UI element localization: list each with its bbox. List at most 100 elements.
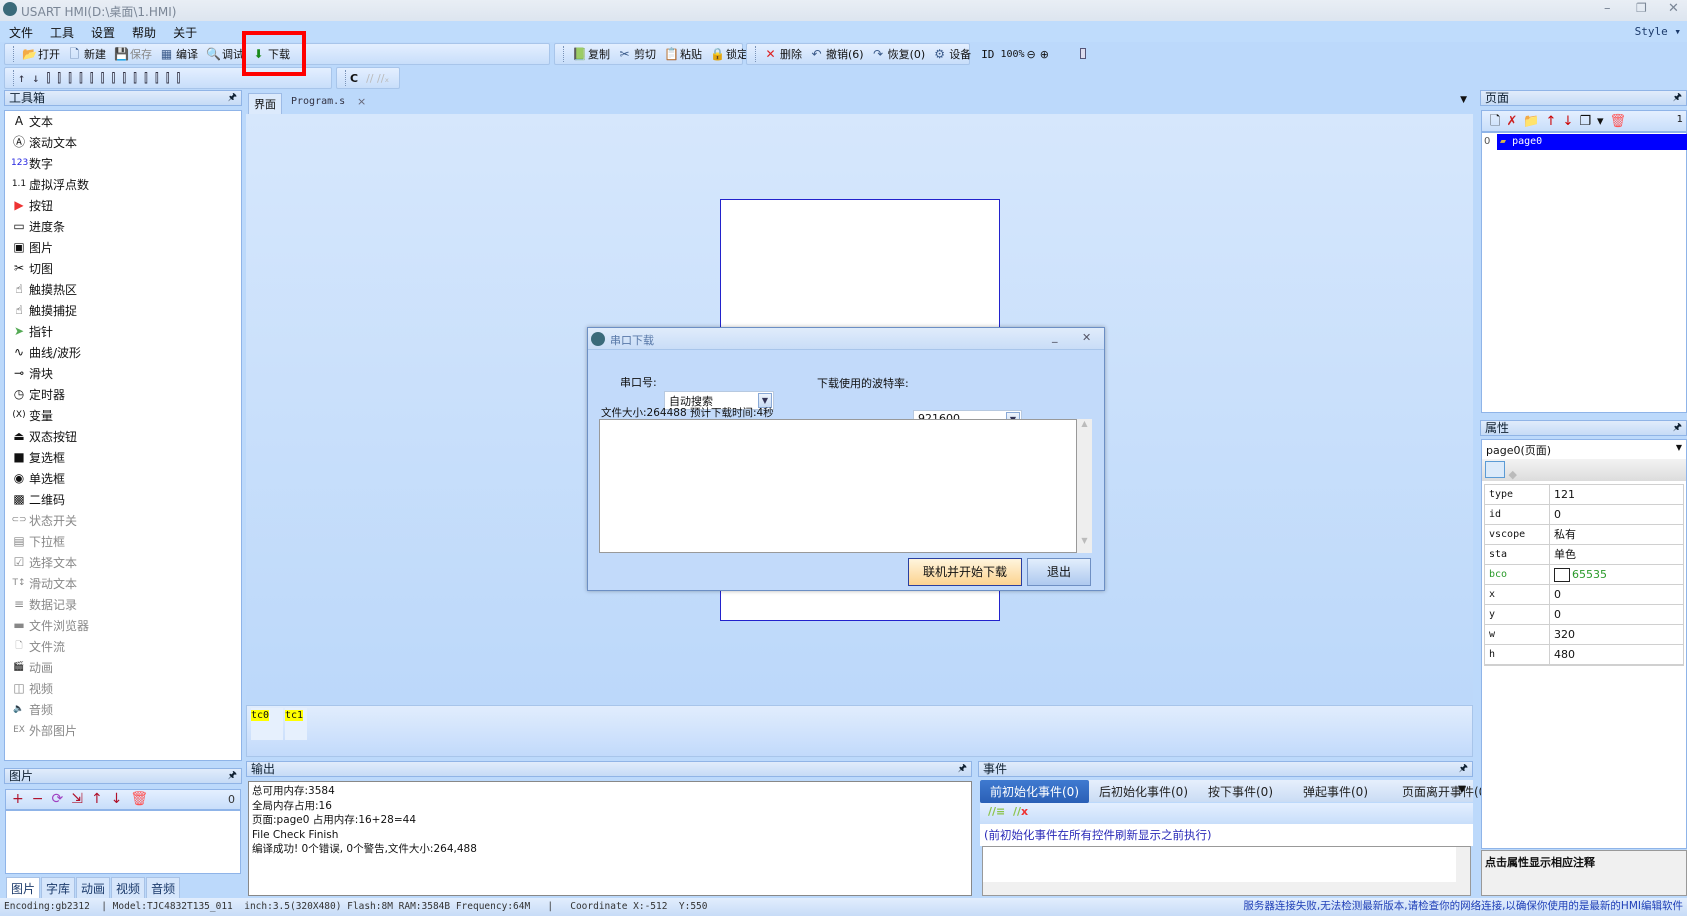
toolbox-item[interactable]: 🎬 动画: [5, 657, 241, 678]
toolbox-item[interactable]: (X) 变量: [5, 405, 241, 426]
tab-dropdown-icon[interactable]: ▼: [1460, 95, 1467, 105]
timer-tc0[interactable]: tc0: [251, 708, 283, 740]
remove-icon[interactable]: −: [32, 791, 52, 807]
property-value[interactable]: 0: [1550, 605, 1561, 624]
property-row[interactable]: sta 单色: [1485, 545, 1683, 565]
event-tab[interactable]: 前初始化事件(0): [980, 779, 1089, 803]
toolbox-item[interactable]: ≡ 数据记录: [5, 594, 241, 615]
toolbox-item[interactable]: ☝ 触摸热区: [5, 279, 241, 300]
toolbox-item[interactable]: ✂ 切图: [5, 258, 241, 279]
property-value[interactable]: 0: [1550, 585, 1561, 604]
property-row[interactable]: vscope 私有: [1485, 525, 1683, 545]
toolbox-item[interactable]: ▭ 进度条: [5, 216, 241, 237]
comment-icon[interactable]: //≡: [988, 805, 1005, 818]
pin-icon[interactable]: 🖈: [228, 91, 237, 105]
toolbox-item[interactable]: A 文本: [5, 111, 241, 132]
up-icon[interactable]: ↑: [1546, 114, 1563, 129]
tab-design[interactable]: 界面: [248, 93, 282, 114]
property-value[interactable]: 320: [1550, 625, 1575, 644]
timer-tc1[interactable]: tc1: [285, 708, 307, 740]
toolbox-item[interactable]: EX 外部图片: [5, 720, 241, 741]
c-icon[interactable]: C: [350, 72, 358, 85]
open-folder-button[interactable]: 📂 打开: [18, 44, 64, 64]
toolbox-item[interactable]: ⊂⊃ 状态开关: [5, 510, 241, 531]
menu-2[interactable]: 设置: [82, 21, 123, 41]
restore-button[interactable]: ❐: [1636, 1, 1647, 15]
download-log[interactable]: [599, 419, 1077, 553]
toolbox-item[interactable]: ▬ 文件浏览器: [5, 615, 241, 636]
toolbox-item[interactable]: ▩ 二维码: [5, 489, 241, 510]
close-tab-icon[interactable]: ×: [357, 95, 366, 108]
dialog-close-button[interactable]: ✕: [1082, 331, 1091, 344]
toolbox-item[interactable]: 123 数字: [5, 153, 241, 174]
uncomment-icon[interactable]: //x: [1013, 805, 1028, 818]
export-icon[interactable]: ⇲: [71, 791, 91, 807]
property-row[interactable]: w 320: [1485, 625, 1683, 645]
tab-program[interactable]: Program.s: [291, 96, 345, 107]
property-row[interactable]: type 121: [1485, 485, 1683, 505]
comment-icon[interactable]: // //ₓ: [366, 72, 389, 85]
property-row[interactable]: x0: [1485, 585, 1683, 605]
insert-page-icon[interactable]: 📁: [1523, 114, 1545, 129]
property-value[interactable]: 单色: [1550, 545, 1576, 564]
resource-tab[interactable]: 字库: [41, 877, 76, 900]
toolbox-item[interactable]: ◫ 视频: [5, 678, 241, 699]
pin-icon[interactable]: 🖈: [1459, 762, 1468, 776]
zoom-slider-thumb[interactable]: [1079, 48, 1086, 59]
property-value[interactable]: 480: [1550, 645, 1575, 664]
style-menu[interactable]: Style ▾: [1635, 25, 1681, 38]
dialog-minimize-button[interactable]: _: [1052, 330, 1058, 343]
event-tab[interactable]: 弹起事件(0): [1293, 780, 1378, 803]
redo-button[interactable]: ↷ 恢复(0): [868, 44, 930, 64]
menu-1[interactable]: 工具: [41, 21, 82, 41]
page-item-page0[interactable]: ▰ page0: [1497, 134, 1687, 150]
menu-3[interactable]: 帮助: [123, 21, 164, 41]
toolbox-item[interactable]: ◉ 单选框: [5, 468, 241, 489]
new-file-button[interactable]: 🗋 新建: [64, 44, 110, 64]
pin-icon[interactable]: 🖈: [1673, 421, 1682, 435]
align-tools-icon[interactable]: ↑↓⫿⫿⫿⫿⫿⫿⫿⫿⫿⫿⫿⫿⫿: [18, 71, 187, 86]
toolbox-item[interactable]: ☝ 触摸捕捉: [5, 300, 241, 321]
log-scrollbar[interactable]: ▲ ▼: [1077, 419, 1092, 553]
property-row[interactable]: y0: [1485, 605, 1683, 625]
gear-button[interactable]: ⚙ 设备: [929, 44, 975, 64]
menu-4[interactable]: 关于: [164, 21, 205, 41]
down-icon[interactable]: ↓: [1562, 114, 1579, 129]
resource-tab[interactable]: 动画: [76, 877, 111, 900]
exit-button[interactable]: 退出: [1027, 558, 1091, 586]
copy-button[interactable]: 📗 复制: [568, 44, 614, 64]
property-row[interactable]: bco 65535: [1485, 565, 1683, 585]
toolbox-item[interactable]: T↕ 滑动文本: [5, 573, 241, 594]
import-page-icon[interactable]: ▾: [1597, 114, 1610, 129]
close-button[interactable]: ✕: [1668, 1, 1679, 16]
output-log[interactable]: 总可用内存:3584 全局内存占用:16 页面:page0 占用内存:16+28=4…: [248, 781, 972, 896]
add-icon[interactable]: +: [12, 791, 32, 807]
toolbox-item[interactable]: ☑ 选择文本: [5, 552, 241, 573]
toolbox-item[interactable]: ■ 复选框: [5, 447, 241, 468]
cut-button[interactable]: ✂ 剪切: [614, 44, 660, 64]
connect-download-button[interactable]: 联机并开始下载: [908, 558, 1022, 586]
add-page-icon[interactable]: 🗋: [1490, 114, 1506, 129]
zoom-in-icon[interactable]: ⊕: [1040, 48, 1049, 61]
pin-icon[interactable]: 🖈: [1673, 91, 1682, 105]
property-row[interactable]: h 480: [1485, 645, 1683, 665]
toolbox-item[interactable]: ▣ 图片: [5, 237, 241, 258]
events-code-editor[interactable]: [982, 846, 1471, 896]
event-tab[interactable]: 后初始化事件(0): [1089, 780, 1198, 803]
replace-icon[interactable]: ⟳: [51, 791, 71, 807]
event-tab[interactable]: 按下事件(0): [1198, 780, 1283, 803]
toolbox-item[interactable]: 🔈 音频: [5, 699, 241, 720]
undo-button[interactable]: ↶ 撤销(6): [806, 44, 868, 64]
up-icon[interactable]: ↑: [91, 791, 111, 807]
copy-page-icon[interactable]: ❐: [1579, 114, 1597, 129]
down-icon[interactable]: ↓: [111, 791, 131, 807]
toolbox-item[interactable]: ∿ 曲线/波形: [5, 342, 241, 363]
compile-button[interactable]: ▦ 编译: [156, 44, 202, 64]
paste-button[interactable]: 📋 粘贴: [660, 44, 706, 64]
zoom-out-icon[interactable]: ⊖: [1027, 48, 1036, 61]
toolbox-item[interactable]: ➤ 指针: [5, 321, 241, 342]
object-selector[interactable]: page0(页面) ▼: [1482, 440, 1686, 459]
toolbox-item[interactable]: 🗋 文件流: [5, 636, 241, 657]
pin-icon[interactable]: 🖈: [228, 769, 237, 783]
property-value[interactable]: 私有: [1550, 525, 1576, 544]
